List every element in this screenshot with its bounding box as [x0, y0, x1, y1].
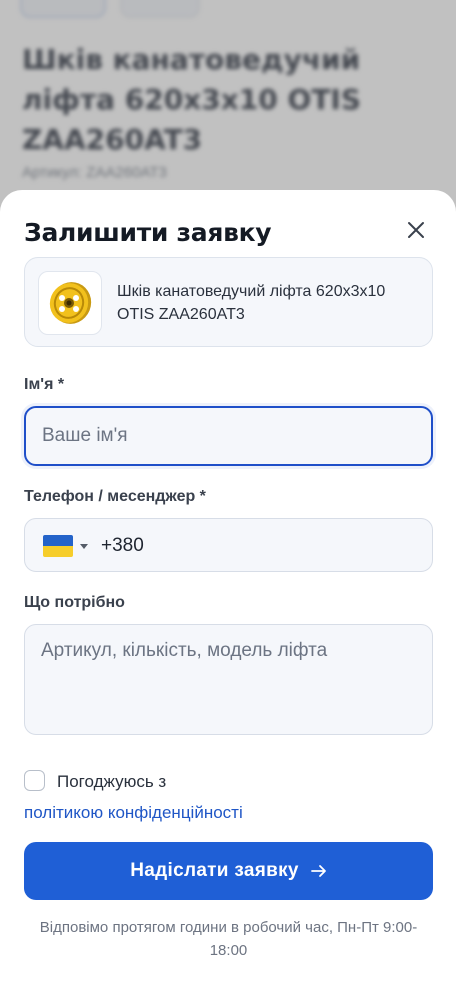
close-button[interactable]	[400, 214, 432, 246]
submit-button[interactable]: Надіслати заявку	[24, 842, 433, 900]
ukraine-flag-icon	[43, 535, 73, 557]
phone-label: Телефон / месенджер *	[24, 488, 206, 505]
phone-input[interactable]	[101, 529, 411, 563]
need-label: Що потрібно	[24, 594, 125, 611]
consent-text: Погоджуюсь з	[57, 772, 167, 791]
product-image	[38, 271, 102, 335]
phone-field	[24, 518, 433, 572]
name-input[interactable]	[24, 406, 433, 466]
request-form-sheet: Залишити заявку Шків канатоведучий ліфта…	[0, 190, 456, 986]
country-select[interactable]	[43, 535, 88, 557]
response-time-note: Відповімо протягом години в робочий час,…	[39, 919, 418, 959]
submit-button-label: Надіслати заявку	[130, 860, 299, 881]
chevron-down-icon	[80, 543, 88, 549]
pulley-icon	[49, 282, 92, 324]
product-name: Шків канатоведучий ліфта 620х3х10 OTIS Z…	[117, 283, 386, 323]
arrow-right-icon	[310, 864, 327, 878]
consent-checkbox[interactable]	[24, 770, 45, 791]
sheet-title: Залишити заявку	[24, 218, 272, 247]
privacy-policy-link[interactable]: політикою конфіденційності	[24, 803, 243, 823]
product-card: Шків канатоведучий ліфта 620х3х10 OTIS Z…	[24, 257, 433, 347]
close-icon	[408, 222, 424, 238]
name-label: Ім'я *	[24, 376, 65, 393]
need-textarea[interactable]	[24, 624, 433, 735]
